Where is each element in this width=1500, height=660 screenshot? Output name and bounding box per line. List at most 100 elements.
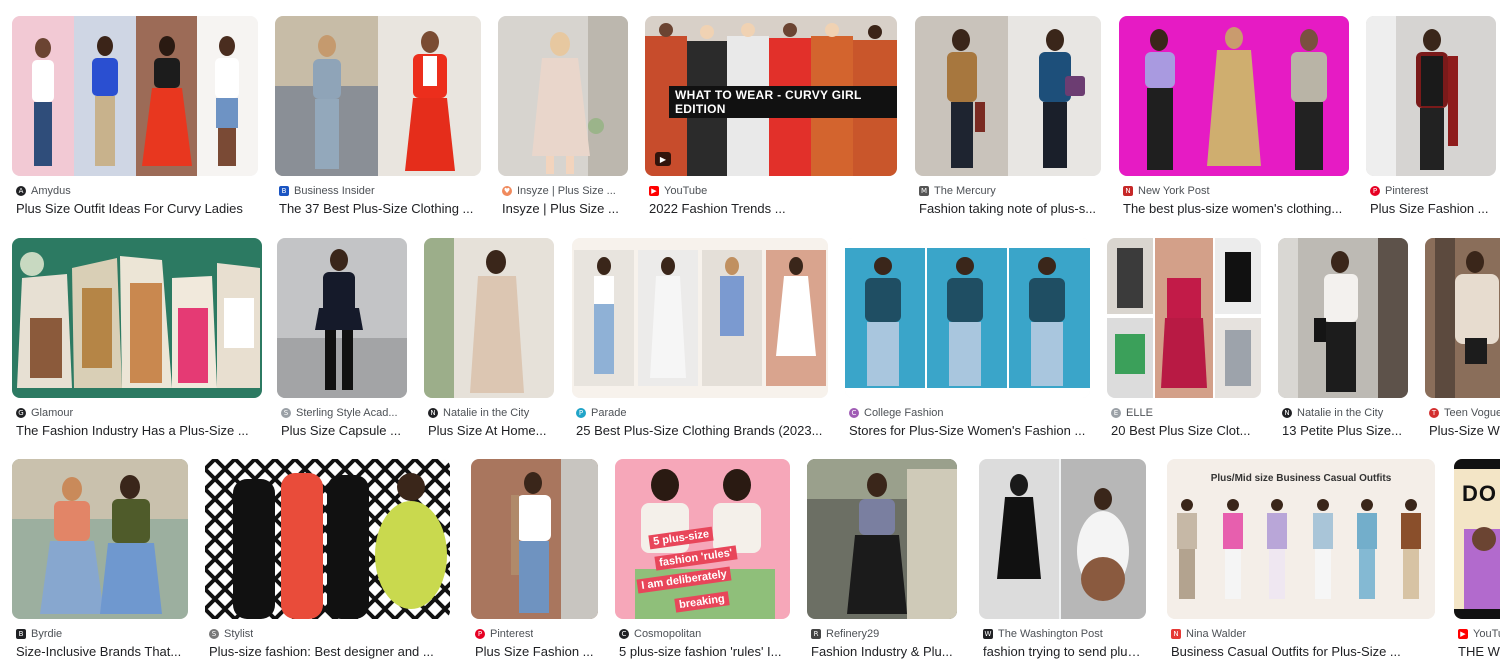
- result-card[interactable]: 5 plus-size fashion 'rules' I am deliber…: [615, 459, 790, 659]
- result-card[interactable]: N Natalie in the City Plus Size At Home..…: [424, 238, 554, 438]
- result-thumbnail[interactable]: [979, 459, 1146, 619]
- result-thumbnail[interactable]: [1107, 238, 1261, 398]
- result-source: R Refinery29: [811, 627, 879, 641]
- result-title[interactable]: Plus Size Fashion ...: [1370, 201, 1494, 217]
- result-title[interactable]: 20 Best Plus Size Clot...: [1111, 423, 1259, 439]
- result-thumbnail[interactable]: 5 plus-size fashion 'rules' I am deliber…: [615, 459, 790, 619]
- result-thumbnail[interactable]: [1119, 16, 1349, 176]
- result-card[interactable]: DO ▶YouTu THE WO: [1454, 459, 1500, 659]
- result-card[interactable]: R Refinery29 Fashion Industry & Plu...: [807, 459, 957, 659]
- result-thumbnail[interactable]: [915, 16, 1101, 176]
- result-title[interactable]: fashion trying to send plus-...: [983, 644, 1145, 660]
- result-card[interactable]: E ELLE 20 Best Plus Size Clot...: [1107, 238, 1261, 438]
- source-favicon-icon: P: [576, 408, 586, 418]
- youtube-icon: ▶: [649, 186, 659, 196]
- result-thumbnail[interactable]: [12, 238, 262, 398]
- result-thumbnail[interactable]: [1366, 16, 1496, 176]
- result-thumbnail[interactable]: Plus/Mid size Business Casual Outfits: [1167, 459, 1435, 619]
- result-card[interactable]: G Glamour The Fashion Industry Has a Plus…: [12, 238, 262, 438]
- result-source: T Teen Vogue: [1429, 406, 1500, 420]
- result-source: N New York Post: [1123, 184, 1210, 198]
- result-thumbnail[interactable]: [1425, 238, 1500, 398]
- result-card[interactable]: S Stylist Plus-size fashion: Best designe…: [205, 459, 450, 659]
- result-thumbnail[interactable]: [845, 238, 1090, 398]
- source-favicon-icon: N: [1171, 629, 1181, 639]
- source-favicon-icon: E: [1111, 408, 1121, 418]
- result-card[interactable]: C College Fashion Stores for Plus-Size Wo…: [845, 238, 1090, 438]
- result-card[interactable]: P Pinterest Plus Size Fashion ...: [471, 459, 598, 659]
- result-card[interactable]: B Byrdie Size-Inclusive Brands That...: [12, 459, 188, 659]
- result-title[interactable]: THE WO: [1458, 644, 1500, 660]
- source-favicon-icon: N: [1123, 186, 1133, 196]
- result-title[interactable]: 2022 Fashion Trends ...: [649, 201, 893, 217]
- result-card[interactable]: P Parade 25 Best Plus-Size Clothing Brand…: [572, 238, 828, 438]
- source-favicon-icon: T: [1429, 408, 1439, 418]
- result-title[interactable]: Plus Size Outfit Ideas For Curvy Ladies: [16, 201, 256, 217]
- result-card[interactable]: A Amydus Plus Size Outfit Ideas For Curvy…: [12, 16, 258, 216]
- source-favicon-icon: C: [619, 629, 629, 639]
- result-source: N Nina Walder: [1171, 627, 1246, 641]
- result-title[interactable]: The best plus-size women's clothing...: [1123, 201, 1347, 217]
- result-thumbnail[interactable]: [471, 459, 598, 619]
- result-thumbnail[interactable]: [498, 16, 628, 176]
- result-card[interactable]: N New York Post The best plus-size women'…: [1119, 16, 1349, 216]
- result-thumbnail[interactable]: [807, 459, 957, 619]
- result-source: B Byrdie: [16, 627, 62, 641]
- result-title[interactable]: The 37 Best Plus-Size Clothing ...: [279, 201, 477, 217]
- result-source: P Pinterest: [1370, 184, 1428, 198]
- result-source: G Glamour: [16, 406, 73, 420]
- result-title[interactable]: Plus Size At Home...: [428, 423, 552, 439]
- result-card[interactable]: P Pinterest Plus Size Fashion ...: [1366, 16, 1496, 216]
- result-card[interactable]: N Natalie in the City 13 Petite Plus Size…: [1278, 238, 1408, 438]
- result-source: N Natalie in the City: [1282, 406, 1406, 420]
- result-source: B Business Insider: [279, 184, 375, 198]
- result-thumbnail[interactable]: [12, 16, 258, 176]
- result-card[interactable]: W The Washington Post fashion trying to s…: [979, 459, 1146, 659]
- result-title[interactable]: Business Casual Outfits for Plus-Size ..…: [1171, 644, 1433, 660]
- result-title[interactable]: Plus-size fashion: Best designer and ...: [209, 644, 449, 660]
- result-title[interactable]: Plus Size Fashion ...: [475, 644, 595, 660]
- source-favicon-icon: G: [16, 408, 26, 418]
- result-title[interactable]: Plus Size Capsule ...: [281, 423, 405, 439]
- result-thumbnail[interactable]: [572, 238, 828, 398]
- thumbnail-caption: Plus/Mid size Business Casual Outfits: [1210, 473, 1392, 484]
- result-title[interactable]: The Fashion Industry Has a Plus-Size ...: [16, 423, 260, 439]
- source-favicon-icon: S: [209, 629, 219, 639]
- result-title[interactable]: Size-Inclusive Brands That...: [16, 644, 186, 660]
- result-thumbnail[interactable]: [277, 238, 407, 398]
- result-thumbnail[interactable]: [12, 459, 188, 619]
- result-thumbnail[interactable]: [424, 238, 554, 398]
- source-favicon-icon: M: [919, 186, 929, 196]
- thumbnail-caption: DO: [1462, 481, 1497, 506]
- result-card[interactable]: B Business Insider The 37 Best Plus-Size …: [275, 16, 481, 216]
- result-title[interactable]: Fashion taking note of plus-s...: [919, 201, 1099, 217]
- result-thumbnail[interactable]: DO: [1454, 459, 1500, 619]
- result-title[interactable]: Insyze | Plus Size ...: [502, 201, 624, 217]
- result-source: C College Fashion: [849, 406, 944, 420]
- pinterest-icon: P: [1370, 186, 1380, 196]
- result-title[interactable]: Stores for Plus-Size Women's Fashion ...: [849, 423, 1089, 439]
- result-card[interactable]: S Sterling Style Acad... Plus Size Capsul…: [277, 238, 407, 438]
- result-card[interactable]: WHAT TO WEAR - CURVY GIRL EDITION ▶ ▶ You…: [645, 16, 897, 216]
- result-thumbnail[interactable]: [275, 16, 481, 176]
- source-favicon-icon: R: [811, 629, 821, 639]
- result-title[interactable]: 5 plus-size fashion 'rules' I...: [619, 644, 789, 660]
- youtube-icon: ▶: [1458, 629, 1468, 639]
- result-thumbnail[interactable]: WHAT TO WEAR - CURVY GIRL EDITION ▶: [645, 16, 897, 176]
- result-title[interactable]: Fashion Industry & Plu...: [811, 644, 956, 660]
- result-thumbnail[interactable]: [205, 459, 450, 619]
- result-card[interactable]: T Teen Vogue Plus-Size W: [1425, 238, 1500, 438]
- result-title[interactable]: 25 Best Plus-Size Clothing Brands (2023.…: [576, 423, 826, 439]
- result-title[interactable]: 13 Petite Plus Size...: [1282, 423, 1406, 439]
- result-card[interactable]: ♥ Insyze | Plus Size ... Insyze | Plus Si…: [498, 16, 628, 216]
- source-favicon-icon: A: [16, 186, 26, 196]
- result-card[interactable]: M The Mercury Fashion taking note of plus…: [915, 16, 1101, 216]
- result-source: N Natalie in the City: [428, 406, 552, 420]
- result-title[interactable]: Plus-Size W: [1429, 423, 1500, 439]
- result-card[interactable]: Plus/Mid size Business Casual Outfits NN…: [1167, 459, 1435, 659]
- result-source: M The Mercury: [919, 185, 996, 197]
- result-thumbnail[interactable]: [1278, 238, 1408, 398]
- result-source: S Sterling Style Acad...: [281, 406, 405, 420]
- image-results-page: { "results": [ {"source": "Amydus", "tit…: [0, 0, 1500, 659]
- result-source: W The Washington Post: [983, 628, 1103, 640]
